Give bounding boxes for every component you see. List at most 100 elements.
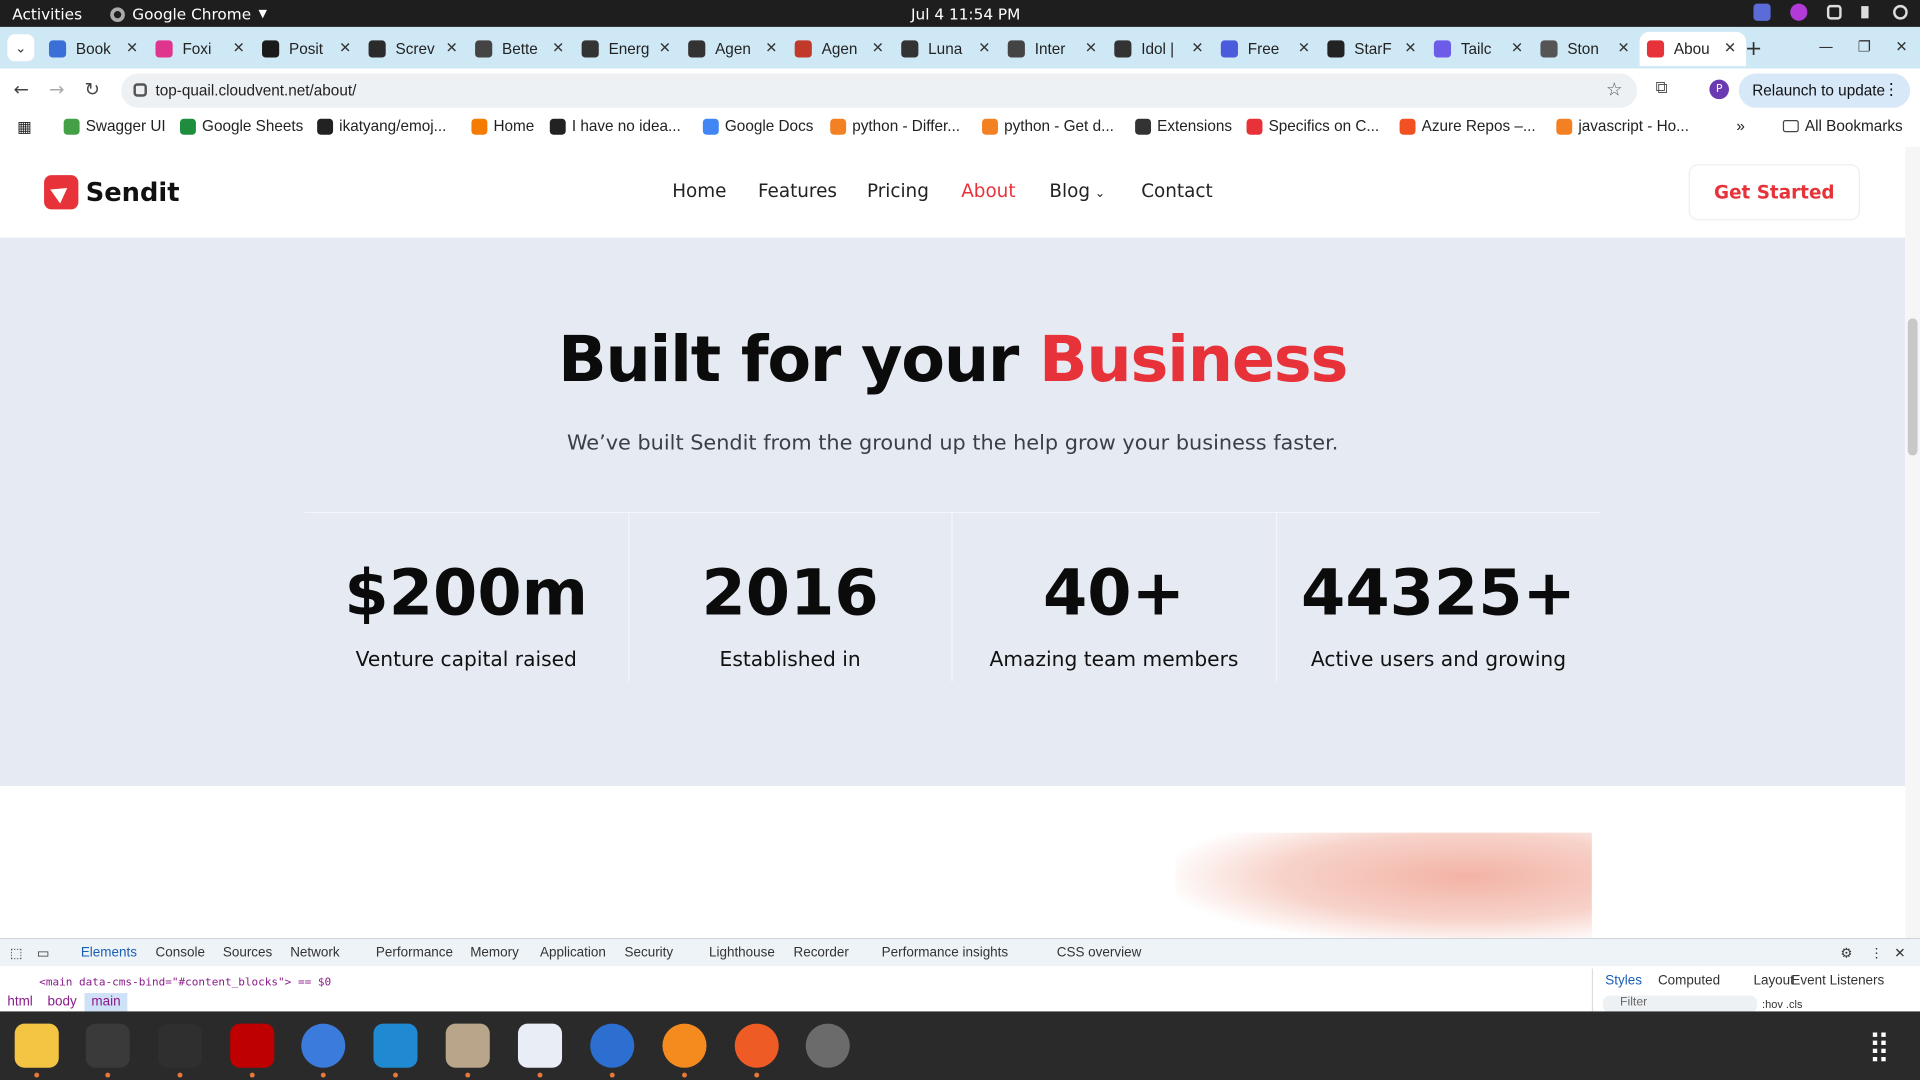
site-logo[interactable]: Sendit	[44, 175, 180, 210]
bookmark-item[interactable]: I have no idea...	[549, 118, 681, 135]
devtools-tab-security[interactable]: Security	[624, 945, 673, 960]
filter-actions[interactable]: :hov .cls	[1762, 998, 1802, 1010]
files-icon[interactable]	[445, 1023, 490, 1068]
system-monitor-icon[interactable]	[85, 1023, 130, 1068]
bookmark-item[interactable]: Home	[471, 118, 534, 135]
browser-tab[interactable]: Inter ✕	[1000, 32, 1107, 66]
tray-color-icon[interactable]	[1790, 3, 1808, 21]
bookmark-item[interactable]: Google Docs	[702, 118, 813, 135]
more-bookmarks-button[interactable]: »	[1736, 118, 1745, 135]
device-toolbar-icon[interactable]: ▭	[37, 945, 50, 962]
network-icon[interactable]	[1826, 4, 1842, 20]
bookmark-item[interactable]: Google Sheets	[180, 118, 303, 135]
devtools-tab-performance-insights[interactable]: Performance insights	[882, 945, 1009, 960]
more-menu-icon[interactable]: ⋮	[1883, 80, 1899, 100]
styles-pane-tab[interactable]: Event Listeners	[1791, 973, 1884, 988]
bookmark-item[interactable]: javascript - Ho...	[1556, 118, 1689, 135]
tab-search-button[interactable]: ⌄	[7, 34, 35, 62]
more-options-icon[interactable]: ⋮	[1870, 945, 1883, 962]
close-icon[interactable]: ✕	[1895, 38, 1907, 55]
new-tab-button[interactable]: +	[1745, 37, 1762, 61]
browser-tab[interactable]: Bette ✕	[468, 32, 575, 66]
close-tab-icon[interactable]: ✕	[978, 39, 990, 56]
browser-tab[interactable]: Energ ✕	[574, 32, 681, 66]
notes-icon[interactable]	[14, 1023, 59, 1068]
app-menu[interactable]: Google Chrome ▼	[110, 5, 267, 23]
thunderbird-icon[interactable]	[590, 1023, 635, 1068]
nav-link-home[interactable]: Home	[672, 180, 726, 202]
browser-tab[interactable]: Agen ✕	[681, 32, 788, 66]
dom-tree-line[interactable]: <main data-cms-bind="#content_blocks"> =…	[0, 966, 1592, 1000]
browser-tab[interactable]: Agen ✕	[787, 32, 894, 66]
postman-icon[interactable]	[734, 1023, 779, 1068]
close-tab-icon[interactable]: ✕	[233, 39, 245, 56]
devtools-tab-performance[interactable]: Performance	[376, 945, 453, 960]
site-info-icon[interactable]	[133, 83, 147, 97]
browser-tab[interactable]: Luna ✕	[894, 32, 1001, 66]
close-tab-icon[interactable]: ✕	[1617, 39, 1629, 56]
trash-icon[interactable]	[805, 1023, 850, 1068]
bookmark-star-icon[interactable]: ☆	[1606, 78, 1622, 101]
activities-button[interactable]: Activities	[12, 5, 82, 23]
show-apps-grid-icon[interactable]: ⣿	[1869, 1029, 1891, 1063]
bookmark-item[interactable]: Azure Repos –...	[1399, 118, 1536, 135]
devtools-tab-memory[interactable]: Memory	[470, 945, 519, 960]
browser-tab[interactable]: Ston ✕	[1533, 32, 1640, 66]
bookmark-item[interactable]: python - Get d...	[982, 118, 1114, 135]
minimize-icon[interactable]: —	[1819, 38, 1834, 55]
clock[interactable]: Jul 4 11:54 PM	[911, 5, 1020, 23]
browser-tab[interactable]: Tailc ✕	[1427, 32, 1534, 66]
devtools-tab-network[interactable]: Network	[290, 945, 339, 960]
bookmark-item[interactable]: python - Differ...	[830, 118, 960, 135]
devtools-tab-elements[interactable]: Elements	[81, 945, 137, 960]
devtools-tab-application[interactable]: Application	[540, 945, 606, 960]
forward-arrow-icon[interactable]: →	[49, 78, 64, 100]
bookmark-item[interactable]: Specifics on C...	[1246, 118, 1379, 135]
close-tab-icon[interactable]: ✕	[339, 39, 351, 56]
styles-pane-tab[interactable]: Computed	[1658, 973, 1720, 988]
browser-tab[interactable]: Abou ✕	[1639, 31, 1747, 67]
devtools-tab-sources[interactable]: Sources	[223, 945, 272, 960]
browser-tab[interactable]: StarF ✕	[1320, 32, 1427, 66]
close-tab-icon[interactable]: ✕	[126, 39, 138, 56]
chrome-icon[interactable]	[301, 1023, 346, 1068]
browser-tab[interactable]: Free ✕	[1213, 32, 1320, 66]
relaunch-button[interactable]: Relaunch to update ⋮	[1738, 73, 1911, 108]
styles-pane-tab[interactable]: Layout	[1753, 973, 1793, 988]
close-tab-icon[interactable]: ✕	[1085, 39, 1097, 56]
terminal-icon[interactable]	[157, 1023, 203, 1068]
browser-tab[interactable]: Posit ✕	[255, 32, 362, 66]
nav-link-contact[interactable]: Contact	[1141, 180, 1212, 202]
close-tab-icon[interactable]: ✕	[1724, 39, 1736, 56]
close-tab-icon[interactable]: ✕	[872, 39, 884, 56]
tray-app-icon[interactable]	[1753, 3, 1771, 21]
browser-tab[interactable]: Foxi ✕	[148, 32, 255, 66]
url-text[interactable]: top-quail.cloudvent.net/about/	[156, 82, 357, 99]
reload-icon[interactable]: ↻	[84, 78, 99, 100]
breadcrumb-item[interactable]: body	[40, 993, 84, 1013]
apps-grid-icon[interactable]: ▦	[17, 118, 31, 136]
close-tab-icon[interactable]: ✕	[1298, 39, 1310, 56]
devtools-tab-console[interactable]: Console	[156, 945, 205, 960]
address-bar[interactable]: top-quail.cloudvent.net/about/ ☆	[121, 73, 1638, 108]
nav-link-pricing[interactable]: Pricing	[867, 180, 929, 202]
devtools-tab-recorder[interactable]: Recorder	[793, 945, 848, 960]
firefox-icon[interactable]	[662, 1023, 707, 1068]
breadcrumb-item[interactable]: main	[84, 993, 128, 1013]
inspect-element-icon[interactable]: ⬚	[10, 945, 23, 962]
close-tab-icon[interactable]: ✕	[1191, 39, 1203, 56]
get-started-button[interactable]: Get Started	[1688, 164, 1860, 221]
browser-tab[interactable]: Screv ✕	[361, 32, 468, 66]
system-tray[interactable]	[1753, 3, 1908, 21]
browser-tab[interactable]: Idol | ✕	[1107, 32, 1214, 66]
all-bookmarks-button[interactable]: All Bookmarks	[1782, 118, 1903, 135]
nav-link-blog[interactable]: Blog ⌄	[1049, 180, 1105, 202]
breadcrumb-item[interactable]: html	[0, 993, 40, 1013]
bookmark-item[interactable]: Extensions	[1135, 118, 1232, 135]
back-arrow-icon[interactable]: ←	[13, 78, 28, 100]
filezilla-icon[interactable]	[230, 1023, 275, 1068]
devtools-tab-lighthouse[interactable]: Lighthouse	[709, 945, 775, 960]
styles-filter-input[interactable]: Filter	[1602, 995, 1758, 1013]
profile-avatar[interactable]: P	[1709, 79, 1729, 100]
nav-link-features[interactable]: Features	[758, 180, 837, 202]
